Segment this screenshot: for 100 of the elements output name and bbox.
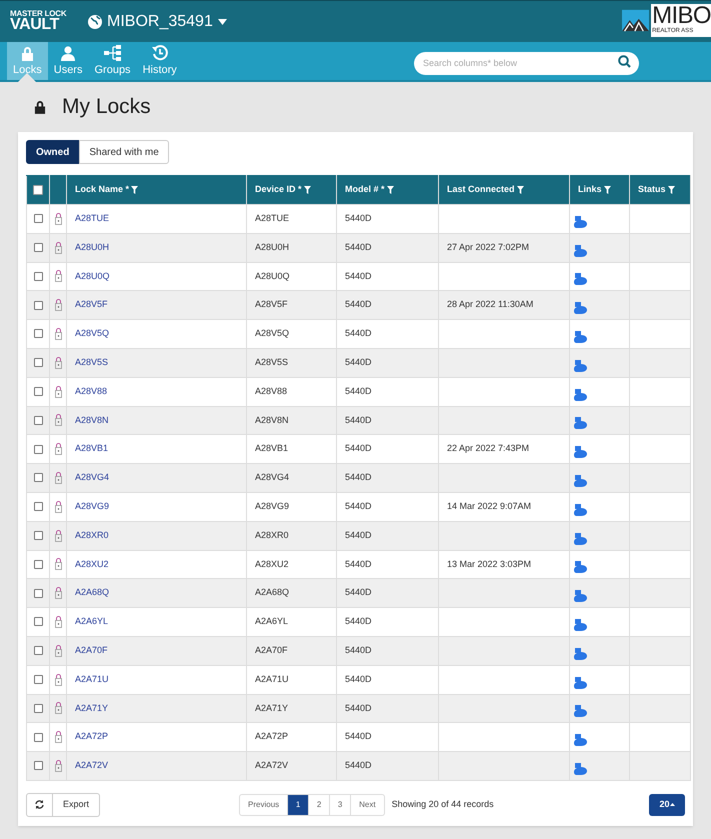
lock-name-link[interactable]: A28V5F [75, 299, 108, 310]
export-button[interactable]: Export [53, 792, 100, 817]
lock-name-link[interactable]: A28VG4 [75, 472, 110, 482]
link-icon[interactable] [574, 388, 588, 401]
lock-name-link[interactable]: A28XR0 [75, 530, 109, 540]
page-button[interactable]: 3 [330, 794, 352, 816]
table-cell: 5440D [345, 616, 372, 626]
row-checkbox[interactable] [34, 473, 42, 482]
row-checkbox[interactable] [34, 272, 42, 281]
row-checkbox[interactable] [34, 358, 42, 368]
link-icon[interactable] [574, 705, 588, 718]
search-icon[interactable] [618, 55, 631, 68]
lock-name-link[interactable]: A2A72V [75, 760, 108, 770]
padlock-icon [54, 760, 62, 772]
link-icon[interactable] [574, 302, 588, 314]
table-cell: 28 Apr 2022 11:30AM [447, 299, 534, 310]
link-icon[interactable] [574, 762, 588, 775]
row-checkbox[interactable] [34, 300, 42, 310]
account-dropdown[interactable]: MIBOR_35491 [88, 10, 227, 34]
link-icon[interactable] [574, 618, 588, 631]
lock-name-link[interactable]: A28U0Q [75, 270, 110, 281]
lock-name-link[interactable]: A28V8N [75, 414, 109, 425]
link-icon[interactable] [574, 504, 588, 516]
link-icon[interactable] [574, 676, 588, 689]
row-checkbox[interactable] [34, 243, 42, 252]
row-checkbox[interactable] [34, 675, 42, 684]
filter-icon[interactable] [668, 186, 675, 194]
search-field[interactable]: Search columns* below [414, 52, 639, 74]
padlock-icon [54, 356, 62, 369]
row-checkbox[interactable] [34, 387, 42, 396]
lock-name-link[interactable]: A28XU2 [75, 558, 109, 569]
link-icon[interactable] [574, 648, 588, 660]
table-cell: 5440D [345, 213, 372, 223]
lock-name-link[interactable]: A2A71Y [75, 702, 108, 713]
link-icon[interactable] [574, 330, 588, 343]
filter-icon[interactable] [304, 186, 311, 194]
page-button[interactable]: 2 [309, 794, 330, 816]
column-header[interactable]: Device ID * [255, 184, 302, 194]
link-icon[interactable] [574, 360, 588, 372]
column-header[interactable]: Model # * [345, 184, 385, 194]
filter-icon[interactable] [516, 186, 524, 194]
row-checkbox[interactable] [34, 502, 42, 512]
link-icon[interactable] [574, 561, 588, 574]
table-cell: A28V5Q [255, 328, 290, 338]
table-cell: A28V5F [255, 299, 288, 310]
lock-name-link[interactable]: A28V5Q [75, 328, 110, 338]
lock-name-link[interactable]: A28V88 [75, 386, 108, 396]
column-header[interactable]: Status [638, 184, 666, 194]
lock-name-link[interactable]: A28VB1 [75, 443, 108, 454]
lock-name-link[interactable]: A2A70F [75, 644, 108, 655]
page-button[interactable]: Previous [239, 794, 288, 816]
column-header[interactable]: Last Connected [447, 184, 515, 194]
lock-name-link[interactable]: A28U0H [75, 242, 110, 252]
page-size-button[interactable]: 20 [649, 794, 685, 816]
row-checkbox[interactable] [34, 588, 42, 598]
page-button[interactable]: Next [351, 794, 385, 816]
refresh-button[interactable] [26, 792, 53, 817]
filter-icon[interactable] [386, 186, 394, 194]
lock-name-link[interactable]: A2A6YL [75, 616, 108, 626]
padlock-icon [54, 500, 62, 513]
column-header[interactable]: Links [578, 184, 602, 194]
row-checkbox[interactable] [34, 704, 42, 713]
row-checkbox[interactable] [34, 329, 42, 338]
page-button[interactable]: 1 [288, 794, 310, 816]
table-cell: A2A71Y [255, 702, 288, 713]
link-icon[interactable] [574, 273, 588, 286]
link-icon[interactable] [574, 474, 588, 487]
history-icon [152, 44, 168, 61]
row-checkbox[interactable] [34, 214, 42, 224]
lock-name-link[interactable]: A2A71U [75, 674, 109, 684]
lock-name-link[interactable]: A28TUE [75, 213, 110, 223]
filter-icon[interactable] [604, 186, 611, 194]
link-icon[interactable] [574, 590, 588, 602]
padlock-icon [54, 242, 62, 254]
link-icon[interactable] [574, 734, 588, 746]
row-checkbox[interactable] [34, 732, 42, 742]
link-icon[interactable] [574, 216, 588, 228]
row-checkbox[interactable] [34, 560, 42, 569]
row-checkbox[interactable] [34, 617, 42, 626]
link-icon[interactable] [574, 532, 588, 545]
filter-tab[interactable]: Owned [26, 140, 80, 164]
padlock-icon [54, 472, 62, 484]
row-checkbox[interactable] [34, 416, 42, 425]
table-cell: 5440D [345, 414, 372, 425]
filter-tab[interactable]: Shared with me [79, 140, 169, 164]
lock-name-link[interactable]: A28V5S [75, 356, 108, 367]
lock-name-link[interactable]: A2A72P [75, 731, 108, 742]
link-icon[interactable] [574, 446, 588, 458]
link-icon[interactable] [574, 417, 588, 430]
link-icon[interactable] [574, 244, 588, 257]
row-checkbox[interactable] [34, 646, 42, 656]
table-cell: 5440D [345, 702, 372, 713]
select-all-checkbox[interactable] [33, 184, 43, 195]
lock-name-link[interactable]: A2A68Q [75, 587, 110, 598]
lock-name-link[interactable]: A28VG9 [75, 500, 110, 511]
row-checkbox[interactable] [34, 444, 42, 454]
row-checkbox[interactable] [34, 531, 42, 540]
filter-icon[interactable] [131, 186, 138, 194]
column-header[interactable]: Lock Name * [75, 184, 130, 194]
row-checkbox[interactable] [34, 761, 42, 770]
